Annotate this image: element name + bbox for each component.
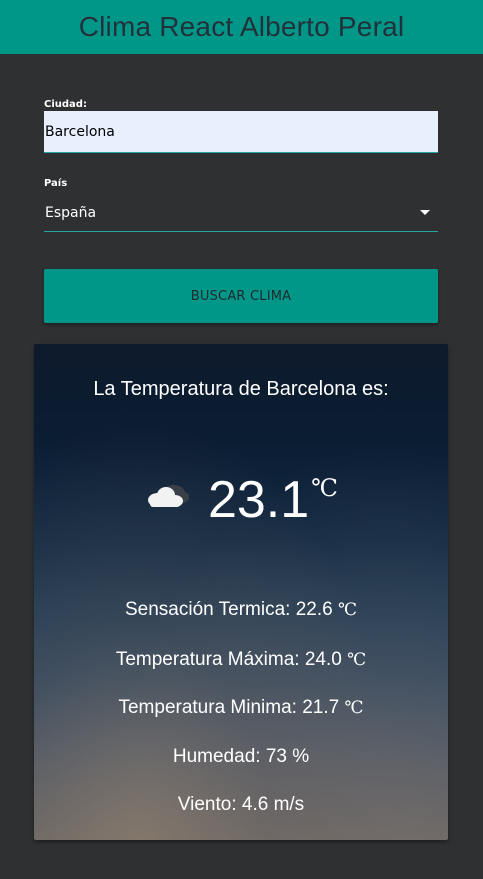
city-label: Ciudad: — [44, 99, 87, 110]
app-header: Clima React Alberto Peral — [0, 0, 483, 54]
max-temp-stat: Temperatura Máxima: 24.0 ℃ — [34, 649, 448, 671]
country-select[interactable]: España — [44, 194, 438, 232]
temperature-row: 23.1 ℃ — [34, 464, 448, 526]
search-weather-button[interactable]: BUSCAR CLIMA — [44, 269, 438, 323]
cloud-icon — [147, 485, 189, 507]
city-input[interactable] — [44, 111, 438, 153]
caret-down-icon — [420, 210, 430, 215]
app-title: Clima React Alberto Peral — [78, 11, 405, 42]
feels-like-text: Sensación Termica: 22.6 — [124, 599, 333, 620]
wind-stat: Viento: 4.6 m/s — [177, 794, 305, 815]
max-temp-text: Temperatura Máxima: 24.0 — [115, 649, 342, 670]
feels-like-stat: Sensación Termica: 22.6 ℃ — [34, 599, 448, 621]
temperature-unit: ℃ — [311, 474, 339, 502]
country-selected-value: España — [45, 204, 97, 221]
weather-heading: La Temperatura de Barcelona es: — [93, 378, 389, 400]
min-temp-text: Temperatura Minima: 21.7 — [118, 697, 340, 718]
humidity-stat: Humedad: 73 % — [172, 746, 310, 767]
country-label: País — [44, 178, 68, 189]
temperature-value: 23.1 — [207, 471, 310, 529]
weather-card: La Temperatura de Barcelona es: 23.1 ℃ S… — [34, 344, 448, 840]
min-temp-unit: ℃ — [344, 698, 364, 718]
min-temp-stat: Temperatura Minima: 21.7 ℃ — [34, 697, 448, 719]
feels-like-unit: ℃ — [337, 600, 358, 620]
max-temp-unit: ℃ — [347, 650, 367, 670]
